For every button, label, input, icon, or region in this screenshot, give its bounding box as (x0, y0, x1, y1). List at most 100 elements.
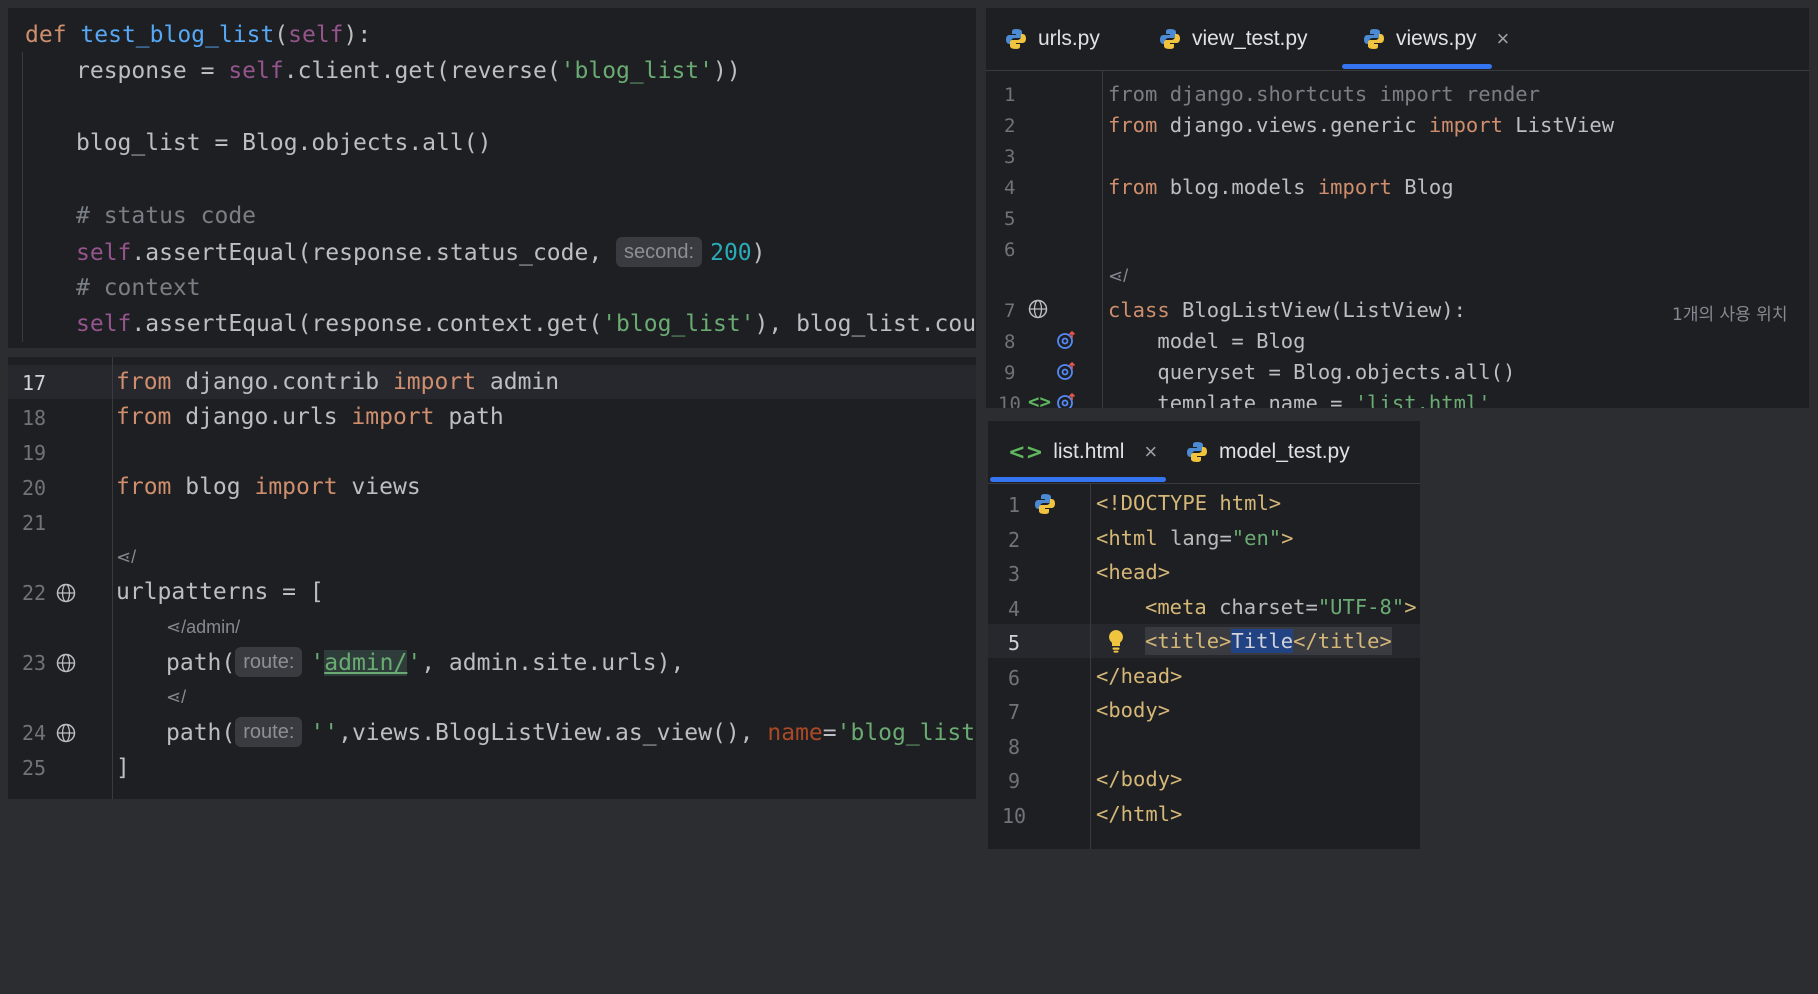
line-number: 10 (1002, 804, 1027, 828)
param-hint-second: second: (616, 237, 703, 267)
code-line-assert-context[interactable]: self.assertEqual(response.context.get('b… (76, 309, 976, 339)
line-number: 3 (1008, 562, 1021, 586)
line-number: 23 (22, 651, 47, 675)
line-number: 1 (1004, 84, 1016, 106)
code-line-7[interactable]: class BlogListView(ListView): (1108, 296, 1466, 324)
line-number: 4 (1004, 177, 1016, 199)
active-tab-indicator (1342, 64, 1492, 69)
code-line-10[interactable]: </html> (1096, 800, 1182, 828)
code-line-4[interactable]: <meta charset="UTF-8"> (1145, 593, 1417, 621)
code-line-blog-list[interactable]: blog_list = Blog.objects.all() (76, 128, 491, 158)
active-tab-indicator (990, 477, 1166, 482)
code-line-2[interactable]: <html lang="en"> (1096, 524, 1294, 552)
lightbulb-icon[interactable] (1106, 628, 1126, 654)
override-icon[interactable] (1056, 392, 1076, 408)
line-number: 19 (22, 441, 47, 465)
line-number: 2 (1004, 115, 1016, 137)
line-number: 6 (1004, 239, 1016, 261)
line-number: 9 (1004, 362, 1016, 384)
tab-list-html[interactable]: <> list.html × (1008, 421, 1157, 483)
globe-icon[interactable] (56, 723, 76, 743)
tab-view-test-py[interactable]: view_test.py (1158, 8, 1308, 70)
html-file-icon: <> (1008, 440, 1044, 464)
line-number: 8 (1004, 331, 1016, 353)
line-number: 3 (1004, 146, 1016, 168)
line-number: 5 (1008, 631, 1021, 655)
indent-guide (22, 52, 23, 342)
gutter-separator (112, 357, 113, 799)
text-selection[interactable]: Title (1231, 629, 1294, 653)
html-editor-panel: <> list.html × model_test.py 1 2 3 4 5 6… (988, 421, 1420, 849)
line-number: 20 (22, 476, 47, 500)
code-line-9[interactable]: </body> (1096, 765, 1182, 793)
code-line-10[interactable]: template_name = 'list.html' (1108, 389, 1490, 408)
code-line-7[interactable]: <body> (1096, 696, 1170, 724)
code-line-9[interactable]: queryset = Blog.objects.all() (1108, 358, 1515, 386)
code-line-20[interactable]: from blog import views (116, 472, 421, 502)
line-number: 21 (22, 511, 47, 535)
gutter-separator (1090, 483, 1091, 849)
gutter-separator (1102, 70, 1103, 408)
share-icon: ⋖ (116, 547, 132, 567)
python-file-icon (1187, 442, 1207, 462)
code-line-3[interactable]: <head> (1096, 558, 1170, 586)
usage-count-hint[interactable]: 1개의 사용 위치 (1672, 300, 1787, 325)
override-icon[interactable] (1056, 361, 1076, 381)
globe-icon[interactable] (56, 653, 76, 673)
line-number: 22 (22, 581, 47, 605)
code-line-2[interactable]: from django.views.generic import ListVie… (1108, 111, 1614, 139)
code-line-22[interactable]: urlpatterns = [ (116, 577, 324, 607)
tab-model-test-py[interactable]: model_test.py (1185, 421, 1350, 483)
line-number: 4 (1008, 597, 1021, 621)
share-icon: ⋖ (1108, 266, 1124, 286)
code-line-response[interactable]: response = self.client.get(reverse('blog… (76, 56, 741, 86)
line-number: 2 (1008, 528, 1021, 552)
views-editor-panel: urls.py view_test.py views.py × 1 2 3 4 … (986, 8, 1809, 408)
template-icon[interactable]: <> (1028, 391, 1051, 408)
endpoint-hint[interactable]: ⋖/admin/ (166, 617, 240, 638)
code-line-8[interactable]: model = Blog (1108, 327, 1305, 355)
code-comment-status[interactable]: # status code (76, 201, 256, 231)
line-number: 7 (1004, 300, 1016, 322)
python-gutter-icon[interactable] (1033, 492, 1057, 516)
code-line-23[interactable]: path(route:'admin/', admin.site.urls), (166, 647, 684, 678)
code-line-1-unused-import[interactable]: from django.shortcuts import render (1108, 80, 1540, 108)
code-line-4[interactable]: from blog.models import Blog (1108, 173, 1454, 201)
code-line-assert-status[interactable]: self.assertEqual(response.status_code, s… (76, 237, 766, 268)
python-file-icon (1160, 29, 1180, 49)
test-code-panel: def test_blog_list(self): response = sel… (8, 8, 976, 348)
globe-icon[interactable] (1028, 299, 1048, 319)
endpoint-hint[interactable]: ⋖/ (166, 687, 186, 708)
route-link[interactable]: admin/ (324, 650, 408, 676)
line-number: 9 (1008, 769, 1021, 793)
close-icon[interactable]: × (1497, 26, 1510, 52)
code-line-25[interactable]: ] (116, 753, 130, 783)
close-icon[interactable]: × (1144, 439, 1157, 465)
code-line-6[interactable]: </head> (1096, 662, 1182, 690)
code-line-def[interactable]: def test_blog_list(self): (25, 20, 371, 50)
code-line-17[interactable]: from django.contrib import admin (116, 367, 559, 397)
line-number: 25 (22, 756, 47, 780)
line-number: 7 (1008, 700, 1021, 724)
tab-views-py[interactable]: views.py × (1362, 8, 1509, 70)
code-line-18[interactable]: from django.urls import path (116, 402, 504, 432)
endpoint-hint[interactable]: ⋖/ (116, 547, 136, 568)
urls-code-panel: 17 18 19 20 21 22 23 24 25 from django.c… (8, 357, 976, 799)
share-icon: ⋖ (166, 617, 182, 637)
line-number: 18 (22, 406, 47, 430)
python-file-icon (1006, 29, 1026, 49)
line-number: 8 (1008, 735, 1021, 759)
endpoint-hint[interactable]: ⋖/ (1108, 266, 1128, 287)
line-number: 1 (1008, 493, 1021, 517)
tab-urls-py[interactable]: urls.py (1004, 8, 1100, 70)
globe-icon[interactable] (56, 583, 76, 603)
code-line-5[interactable]: <title>Title</title> (1145, 627, 1392, 655)
tab-bar: <> list.html × model_test.py (988, 421, 1420, 484)
line-number: 5 (1004, 208, 1016, 230)
code-comment-context[interactable]: # context (76, 273, 201, 303)
override-icon[interactable] (1056, 330, 1076, 350)
code-line-1[interactable]: <!DOCTYPE html> (1096, 489, 1281, 517)
code-line-24[interactable]: path(route: '',views.BlogListView.as_view… (166, 717, 976, 748)
tab-bar: urls.py view_test.py views.py × (986, 8, 1809, 71)
param-hint-route: route: (235, 647, 303, 677)
